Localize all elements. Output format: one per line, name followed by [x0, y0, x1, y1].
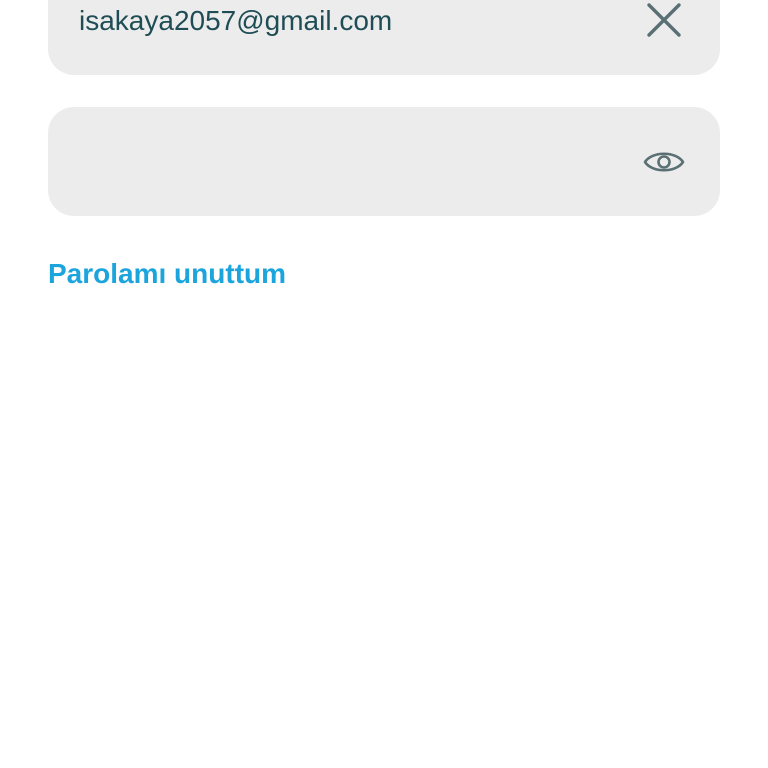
password-field-container — [48, 107, 720, 216]
email-field-container — [48, 0, 720, 75]
eye-icon — [643, 152, 685, 172]
clear-email-button[interactable] — [640, 0, 688, 44]
forgot-password-link[interactable]: Parolamı unuttum — [48, 256, 286, 292]
email-field[interactable] — [79, 1, 630, 41]
password-field[interactable] — [79, 141, 630, 181]
close-icon — [647, 3, 681, 37]
toggle-password-visibility-button[interactable] — [640, 138, 688, 186]
